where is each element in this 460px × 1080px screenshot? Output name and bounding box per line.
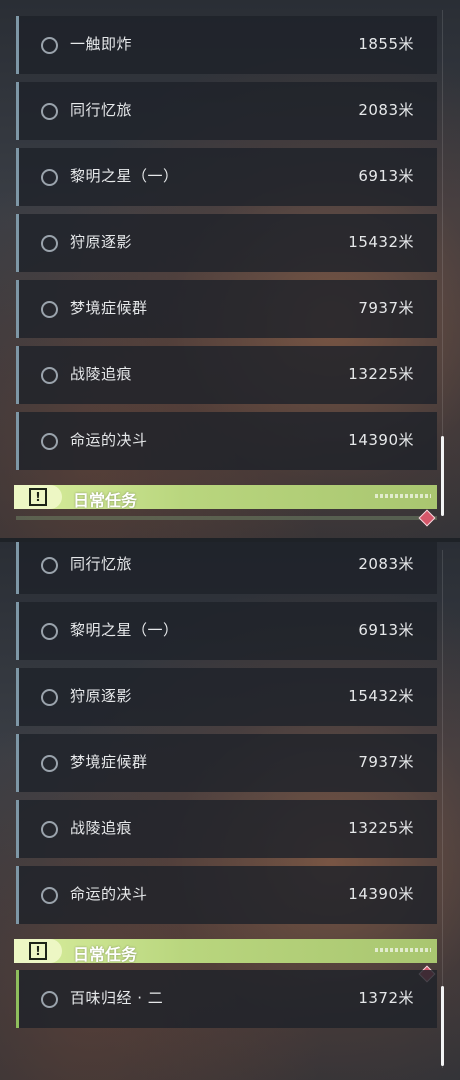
quest-title: 命运的决斗 [70, 431, 148, 449]
quest-card[interactable]: 同行忆旅 2083米 [16, 82, 437, 140]
quest-title: 战陵追痕 [70, 819, 133, 837]
quest-title: 狩原逐影 [70, 233, 133, 251]
quest-card[interactable]: 一触即炸 1855米 [16, 16, 437, 74]
track-radio-icon[interactable] [41, 37, 58, 54]
next-card-edge [16, 516, 437, 520]
track-radio-icon[interactable] [41, 755, 58, 772]
daily-quests-header[interactable]: ! 日常任务 [14, 939, 437, 964]
quest-distance: 15432米 [348, 687, 414, 705]
track-radio-icon[interactable] [41, 887, 58, 904]
quest-distance: 1372米 [358, 989, 414, 1007]
quest-distance: 7937米 [358, 753, 414, 771]
track-radio-icon[interactable] [41, 433, 58, 450]
quest-card[interactable]: 黎明之星（一） 6913米 [16, 148, 437, 206]
quest-card[interactable]: 狩原逐影 15432米 [16, 214, 437, 272]
track-radio-icon[interactable] [41, 235, 58, 252]
exclamation-icon: ! [29, 488, 47, 506]
header-decoration [375, 494, 431, 498]
daily-quests-header[interactable]: ! 日常任务 [14, 485, 437, 510]
track-radio-icon[interactable] [41, 103, 58, 120]
quest-title: 同行忆旅 [70, 101, 133, 119]
quest-distance: 13225米 [348, 819, 414, 837]
scrollbar-thumb[interactable] [441, 436, 444, 516]
quest-distance: 15432米 [348, 233, 414, 251]
header-decoration [375, 948, 431, 952]
quest-distance: 2083米 [358, 555, 414, 573]
quest-distance: 7937米 [358, 299, 414, 317]
quest-title: 一触即炸 [70, 35, 133, 53]
quest-list-panel-top: 一触即炸 1855米 同行忆旅 2083米 黎明之星（一） 6913米 狩原逐影… [0, 0, 460, 540]
quest-card[interactable]: 命运的决斗 14390米 [16, 866, 437, 924]
quest-card[interactable]: 黎明之星（一） 6913米 [16, 602, 437, 660]
alert-badge: ! [14, 485, 62, 509]
quest-title: 同行忆旅 [70, 555, 133, 573]
quest-title: 狩原逐影 [70, 687, 133, 705]
quest-distance: 6913米 [358, 167, 414, 185]
quest-distance: 1855米 [358, 35, 414, 53]
alert-badge: ! [14, 939, 62, 963]
quest-card[interactable]: 梦境症候群 7937米 [16, 280, 437, 338]
quest-title: 黎明之星（一） [70, 621, 179, 639]
scrollbar-thumb[interactable] [441, 986, 444, 1066]
quest-title: 梦境症候群 [70, 299, 148, 317]
track-radio-icon[interactable] [41, 169, 58, 186]
panel-divider [0, 538, 460, 542]
quest-card[interactable]: 战陵追痕 13225米 [16, 800, 437, 858]
track-radio-icon[interactable] [41, 301, 58, 318]
quest-list-panel-bottom: 同行忆旅 2083米 黎明之星（一） 6913米 狩原逐影 15432米 梦境症… [0, 540, 460, 1080]
quest-card[interactable]: 同行忆旅 2083米 [16, 540, 437, 594]
quest-distance: 13225米 [348, 365, 414, 383]
track-radio-icon[interactable] [41, 623, 58, 640]
track-radio-icon[interactable] [41, 821, 58, 838]
quest-title: 战陵追痕 [70, 365, 133, 383]
quest-card[interactable]: 命运的决斗 14390米 [16, 412, 437, 470]
quest-card[interactable]: 狩原逐影 15432米 [16, 668, 437, 726]
quest-title: 命运的决斗 [70, 885, 148, 903]
track-radio-icon[interactable] [41, 367, 58, 384]
quest-marker-icon [418, 509, 436, 527]
daily-quest-card[interactable]: 百味归经 · 二 1372米 [16, 970, 437, 1028]
quest-distance: 6913米 [358, 621, 414, 639]
section-title: 日常任务 [73, 491, 138, 510]
quest-card[interactable]: 战陵追痕 13225米 [16, 346, 437, 404]
track-radio-icon[interactable] [41, 557, 58, 574]
quest-distance: 14390米 [348, 431, 414, 449]
quest-distance: 2083米 [358, 101, 414, 119]
track-radio-icon[interactable] [41, 991, 58, 1008]
section-title: 日常任务 [73, 945, 138, 964]
exclamation-icon: ! [29, 942, 47, 960]
track-radio-icon[interactable] [41, 689, 58, 706]
quest-card[interactable]: 梦境症候群 7937米 [16, 734, 437, 792]
quest-title: 梦境症候群 [70, 753, 148, 771]
quest-title: 百味归经 · 二 [70, 989, 164, 1007]
quest-title: 黎明之星（一） [70, 167, 179, 185]
quest-distance: 14390米 [348, 885, 414, 903]
